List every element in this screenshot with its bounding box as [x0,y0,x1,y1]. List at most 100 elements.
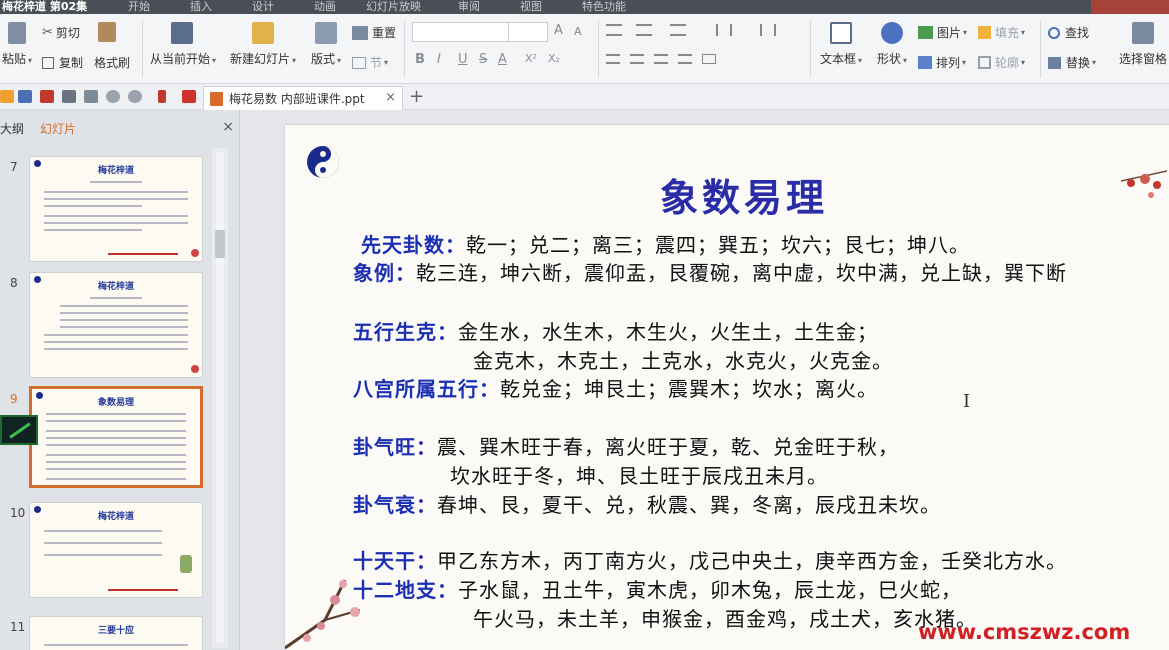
thumb-line [46,437,186,439]
document-tab[interactable]: 梅花易数 内部班课件.ppt × [203,86,403,110]
menu-view[interactable]: 视图 [520,0,542,14]
slide-thumbnail-selected[interactable]: 象数易理 [29,386,203,488]
shrink-font-button[interactable]: A [574,25,582,38]
undo-icon[interactable] [106,90,120,103]
menu-design[interactable]: 设计 [252,0,274,14]
ribbon-divider [598,20,599,78]
close-tab-icon[interactable]: × [385,90,396,105]
copy-button[interactable]: 复制 [42,54,83,71]
new-slide-button[interactable]: 新建幻灯片 ▾ [228,22,298,67]
open-folder-icon[interactable] [0,90,14,103]
italic-button[interactable]: I [437,52,441,67]
section-button[interactable]: 节 ▾ [352,54,388,71]
outline-button[interactable]: 轮廓 ▾ [978,54,1025,71]
save-icon[interactable] [18,90,32,103]
window-title: 梅花梓道 第02集 [2,0,88,13]
slide-thumbnail[interactable]: 三要十应 [29,616,203,650]
align-right-icon [654,54,668,64]
thumb-line [46,444,186,446]
distribute-button[interactable] [702,54,716,64]
find-button[interactable]: 查找 [1048,24,1089,41]
export-pdf-icon[interactable] [40,90,54,103]
arrange-button[interactable]: 排列 ▾ [918,54,966,71]
layout-button[interactable]: 版式 ▾ [308,22,344,67]
panel-scrollbar[interactable] [212,148,228,648]
window-controls[interactable] [1091,0,1169,14]
align-right-button[interactable] [654,54,668,64]
menu-home[interactable]: 开始 [128,0,150,14]
menu-animation[interactable]: 动画 [314,0,336,14]
play-from-current-button[interactable]: 从当前开始 ▾ [150,22,216,67]
replace-button[interactable]: 替换 ▾ [1048,54,1096,71]
slide-thumbnail-title: 梅花梓道 [97,282,134,292]
tab-outline[interactable]: 大纲 [0,120,24,137]
slide-thumbnail[interactable]: 梅花梓道 [29,502,203,598]
selection-pane-button[interactable]: 选择窗格 [1118,22,1168,67]
align-left-button[interactable] [606,54,620,64]
font-size-input[interactable] [508,22,548,42]
thumb-line [46,485,186,487]
cut-button[interactable]: ✂ 剪切 [42,24,80,41]
slide[interactable]: 象数易理 先天卦数：乾一；兑二；离三；震四；巽五；坎六；艮七；坤八。 象例：乾三… [285,125,1169,650]
font-name-input[interactable] [412,22,512,42]
paste-button[interactable]: 粘贴 ▾ [0,22,34,67]
slide-number: 11 [10,620,26,634]
menu-review[interactable]: 审阅 [458,0,480,14]
slide-thumbnail[interactable]: 梅花梓道 [29,272,203,378]
thumb-line [90,297,142,299]
thumb-line [44,530,162,532]
justify-button[interactable] [678,54,692,64]
slide-line: 卦气衰：春坤、艮，夏干、兑，秋震、巽，冬离，辰戌丑未坎。 [353,489,941,518]
thumb-line [44,554,162,556]
fill-button[interactable]: 填充 ▾ [978,24,1025,41]
scrollbar-track [216,152,224,642]
menu-insert[interactable]: 插入 [190,0,212,14]
indent-button[interactable] [670,24,686,36]
pen-tool-icon[interactable] [0,415,38,445]
bullet-list-button[interactable] [606,24,622,36]
distribute-icon [702,54,716,64]
align-center-button[interactable] [630,54,644,64]
panel-tabs: 大纲 幻灯片 × [0,110,239,144]
line-text: 金克木，木克土，土克水，水克火，火克金。 [473,349,893,373]
print-preview-icon[interactable] [84,90,98,103]
number-list-button[interactable] [636,24,652,36]
yinyang-icon [34,506,41,513]
line-spacing-button[interactable] [716,24,732,36]
close-panel-icon[interactable]: × [222,119,234,135]
font-color-button[interactable]: A [498,52,507,67]
subscript-button[interactable]: X₂ [548,52,560,65]
format-painter-button[interactable] [98,22,116,42]
bold-button[interactable]: B [415,52,425,67]
new-tab-button[interactable]: + [409,86,424,107]
slide-thumbnail-title: 梅花梓道 [97,512,134,522]
picture-button[interactable]: 图片 ▾ [918,24,967,41]
columns-button[interactable] [760,24,776,36]
scrollbar-thumb[interactable] [215,230,225,258]
format-painter-label[interactable]: 格式刷 [94,54,130,71]
redo-icon[interactable] [128,90,142,103]
quick-access-bar: 梅花易数 内部班课件.ppt × + [0,84,1169,110]
ribbon-divider [810,20,811,78]
wps-logo-icon [182,90,196,103]
grow-font-button[interactable]: A [554,23,563,38]
menu-special[interactable]: 特色功能 [582,0,626,14]
superscript-button[interactable]: X² [525,52,537,65]
slide-title: 象数易理 [660,175,829,220]
reset-button[interactable]: 重置 [352,24,396,41]
tab-slides[interactable]: 幻灯片 [40,120,76,137]
thumb-line [60,319,188,321]
underline-button[interactable]: U [458,52,468,67]
blossom-icon [191,365,199,373]
print-icon[interactable] [62,90,76,103]
strikethrough-button[interactable]: S [479,52,487,67]
slide-thumbnail[interactable]: 梅花梓道 [29,156,203,262]
clipboard-icon [8,22,26,44]
shape-button[interactable]: 形状 ▾ [874,22,910,67]
customize-icon[interactable] [158,90,166,103]
align-left-icon [606,54,620,64]
thumb-line [60,305,188,307]
menu-slideshow[interactable]: 幻灯片放映 [366,0,421,14]
textbox-button[interactable]: 文本框 ▾ [818,22,864,67]
slide-line: 十二地支：子水鼠，丑土牛，寅木虎，卯木兔，辰土龙，巳火蛇， [353,574,962,603]
